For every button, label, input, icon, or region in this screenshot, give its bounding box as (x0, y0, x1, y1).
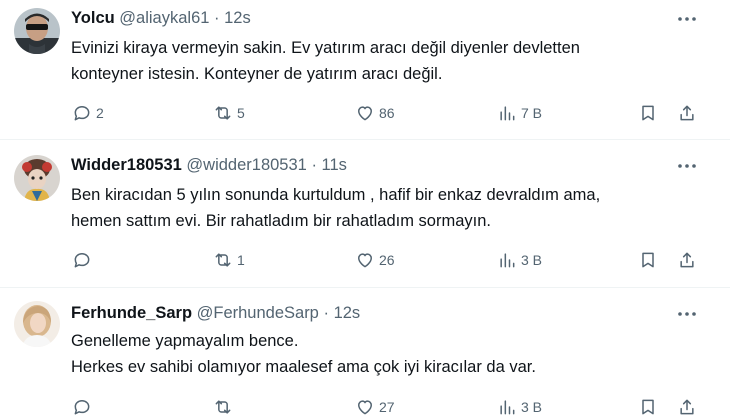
bookmark-icon (642, 105, 654, 121)
bookmark-icon (642, 252, 654, 268)
views-chart-icon (500, 253, 515, 268)
tweet-text-line: konteyner istesin. Konteyner de yatırım … (71, 65, 443, 83)
bookmark-button[interactable] (638, 101, 658, 125)
user-handle[interactable]: @widder180531 (186, 156, 306, 174)
more-dots-icon[interactable] (676, 156, 698, 176)
views-count: 3 B (521, 252, 543, 268)
heart-icon (358, 400, 372, 415)
avatar[interactable] (14, 8, 60, 54)
views-count: 3 B (521, 399, 543, 415)
timestamp[interactable]: 11s (322, 156, 347, 174)
bookmark-button[interactable] (638, 248, 658, 272)
share-icon (680, 252, 694, 268)
views-chart-icon (500, 106, 515, 121)
tweet-text-line: hemen sattım evi. Bir rahatladım bir rah… (71, 212, 491, 230)
views-count: 7 B (521, 105, 543, 121)
like-button[interactable]: 26 (355, 248, 395, 272)
tweet-text: Ben kiracıdan 5 yılın sonunda kurtuldum … (71, 182, 711, 234)
heart-icon (358, 253, 372, 268)
tweet-text-line: Ben kiracıdan 5 yılın sonunda kurtuldum … (71, 186, 601, 204)
like-count: 86 (379, 105, 395, 121)
like-button[interactable]: 86 (355, 101, 395, 125)
reply-icon (74, 400, 90, 415)
tweet-text: Genelleme yapmayalım bence. Herkes ev sa… (71, 328, 711, 380)
bookmark-button[interactable] (638, 395, 658, 419)
like-count: 26 (379, 252, 395, 268)
share-button[interactable] (677, 395, 697, 419)
views-button[interactable]: 7 B (497, 101, 542, 125)
reply-count: 2 (96, 105, 104, 121)
share-button[interactable] (677, 101, 697, 125)
reply-button[interactable] (72, 248, 96, 272)
avatar[interactable] (14, 155, 60, 201)
avatar-image (14, 8, 60, 54)
reply-icon (74, 253, 90, 268)
action-bar: 2 5 86 7 B (0, 101, 730, 125)
user-handle[interactable]: @aliaykal61 (119, 9, 209, 27)
more-dots-icon[interactable] (676, 9, 698, 29)
more-dots-icon[interactable] (676, 304, 698, 324)
retweet-count: 5 (237, 105, 245, 121)
tweet-header: Ferhunde_Sarp @FerhundeSarp · 12s (71, 304, 360, 323)
tweet-text-line: Genelleme yapmayalım bence. (71, 332, 299, 350)
action-bar: 1 26 3 B (0, 248, 730, 272)
timestamp[interactable]: 12s (334, 304, 361, 322)
share-button[interactable] (677, 248, 697, 272)
action-bar: 27 3 B (0, 395, 730, 419)
tweet-text-line: Herkes ev sahibi olamıyor maalesef ama ç… (71, 358, 536, 376)
tweet-header: Yolcu @aliaykal61 · 12s (71, 9, 251, 28)
user-handle[interactable]: @FerhundeSarp (197, 304, 319, 322)
retweet-count: 1 (237, 252, 245, 268)
separator-dot: · (311, 156, 317, 174)
share-icon (680, 399, 694, 415)
tweet-2[interactable]: Widder180531 @widder180531 · 11s Ben kir… (0, 140, 730, 287)
tweet-3[interactable]: Ferhunde_Sarp @FerhundeSarp · 12s Genell… (0, 288, 730, 420)
share-icon (680, 105, 694, 121)
views-chart-icon (500, 400, 515, 415)
avatar[interactable] (14, 301, 60, 347)
heart-icon (358, 106, 372, 121)
like-count: 27 (379, 399, 395, 415)
views-button[interactable]: 3 B (497, 248, 542, 272)
display-name[interactable]: Ferhunde_Sarp (71, 304, 192, 322)
like-button[interactable]: 27 (355, 395, 395, 419)
tweet-text: Evinizi kiraya vermeyin sakin. Ev yatırı… (71, 35, 711, 87)
tweet-text-line: Evinizi kiraya vermeyin sakin. Ev yatırı… (71, 39, 580, 57)
reply-button[interactable] (72, 395, 96, 419)
separator-dot: · (214, 9, 220, 27)
retweet-icon (215, 106, 231, 120)
tweet-header: Widder180531 @widder180531 · 11s (71, 156, 347, 175)
retweet-icon (215, 400, 231, 414)
retweet-button[interactable]: 5 (213, 101, 245, 125)
timestamp[interactable]: 12s (224, 9, 251, 27)
retweet-button[interactable] (213, 395, 237, 419)
bookmark-icon (642, 399, 654, 415)
display-name[interactable]: Widder180531 (71, 156, 182, 174)
tweet-1[interactable]: Yolcu @aliaykal61 · 12s Evinizi kiraya v… (0, 0, 730, 138)
separator-dot: · (323, 304, 329, 322)
reply-icon (74, 106, 90, 121)
display-name[interactable]: Yolcu (71, 9, 115, 27)
reply-button[interactable]: 2 (72, 101, 104, 125)
retweet-button[interactable]: 1 (213, 248, 245, 272)
avatar-image (14, 155, 60, 201)
retweet-icon (215, 253, 231, 267)
avatar-image (14, 301, 60, 347)
views-button[interactable]: 3 B (497, 395, 542, 419)
